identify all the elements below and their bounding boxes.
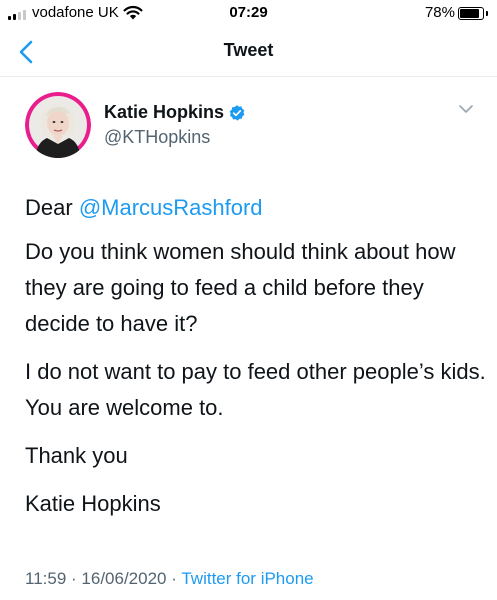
battery-percent: 78% [424,4,455,21]
status-bar: vodafone UK 07:29 78% [0,0,497,28]
tweet-text: Dear @MarcusRashford Do you think women … [25,190,490,534]
status-time: 07:29 [229,4,268,21]
tweet-meta: 11:59 · 16/06/2020 · Twitter for iPhone [25,569,314,589]
author-handle[interactable]: @KTHopkins [104,127,210,148]
tweet-salutation: Dear @MarcusRashford [25,190,490,226]
tweet-paragraph: Katie Hopkins [25,491,161,516]
meta-separator: · [171,569,177,588]
meta-separator: · [71,569,77,588]
tweet-paragraph: I do not want to pay to feed other peopl… [25,359,486,420]
verified-badge-icon [229,104,245,121]
tweet-time[interactable]: 11:59 [25,569,66,588]
author-name-row[interactable]: Katie Hopkins [104,102,246,123]
page-title: Tweet [223,40,274,60]
mention-link[interactable]: @MarcusRashford [79,195,263,220]
tweet-date[interactable]: 16/06/2020 [81,569,166,588]
battery-nub [486,11,488,16]
battery-icon [458,7,484,20]
avatar[interactable] [25,92,91,158]
author-name[interactable]: Katie Hopkins [104,102,224,123]
salutation-text: Dear [25,195,73,220]
tweet-paragraph: Thank you [25,443,128,468]
battery-fill [460,9,479,18]
chevron-down-icon[interactable] [458,104,474,114]
tweet-source-link[interactable]: Twitter for iPhone [181,569,313,588]
nav-bar: Tweet [0,28,497,77]
tweet-paragraph: Do you think women should think about ho… [25,239,456,336]
